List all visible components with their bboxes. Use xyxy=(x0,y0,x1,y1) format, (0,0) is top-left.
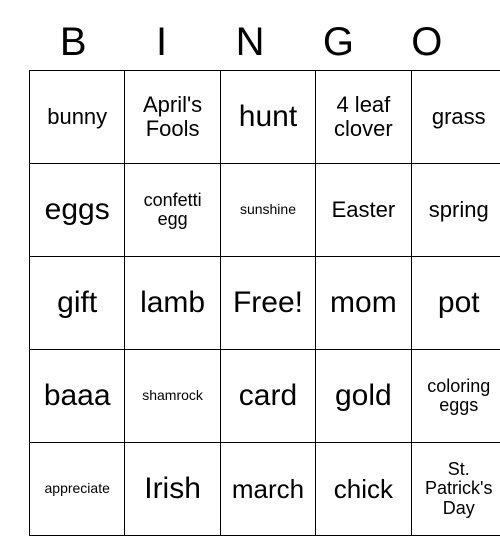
bingo-card: B I N G O bunny April's Fools hunt 4 lea… xyxy=(28,14,500,536)
bingo-cell[interactable]: mom xyxy=(315,256,412,350)
bingo-cell-label: mom xyxy=(330,285,397,319)
bingo-cell-label: coloring eggs xyxy=(427,375,491,415)
bingo-free-space-label: Free! xyxy=(232,285,303,319)
bingo-cell[interactable]: sunshine xyxy=(219,163,317,257)
bingo-cell[interactable]: grass xyxy=(410,70,500,164)
bingo-cell[interactable]: pot xyxy=(410,256,500,350)
bingo-cell[interactable]: spring xyxy=(410,163,500,257)
bingo-cell-label: appreciate xyxy=(44,480,110,497)
bingo-row: eggs confetti egg sunshine Easter spring xyxy=(28,163,500,257)
bingo-header-letter-n: N xyxy=(235,20,265,64)
bingo-cell-label: card xyxy=(238,378,298,412)
bingo-cell-label: shamrock xyxy=(142,387,203,404)
bingo-cell[interactable]: baaa xyxy=(28,349,126,443)
bingo-cell-label: pot xyxy=(437,285,480,319)
bingo-cell[interactable]: gold xyxy=(315,349,412,443)
bingo-header-letter-b: B xyxy=(59,20,87,64)
bingo-cell-label: lamb xyxy=(140,285,206,319)
bingo-cell-free-space[interactable]: Free! xyxy=(219,256,317,350)
bingo-cell-label: sunshine xyxy=(239,201,296,218)
bingo-cell-label: chick xyxy=(333,473,393,504)
bingo-cell[interactable]: Irish xyxy=(124,442,221,536)
bingo-cell-label: 4 leaf clover xyxy=(334,92,393,141)
bingo-cell[interactable]: confetti egg xyxy=(124,163,221,257)
bingo-cell[interactable]: march xyxy=(219,442,317,536)
bingo-cell[interactable]: coloring eggs xyxy=(410,349,500,443)
bingo-cell-label: confetti egg xyxy=(143,189,202,229)
bingo-cell[interactable]: April's Fools xyxy=(124,70,221,164)
bingo-cell-label: Irish xyxy=(144,471,201,505)
bingo-cell[interactable]: eggs xyxy=(28,163,126,257)
bingo-cell-label: Easter xyxy=(331,197,396,223)
bingo-cell-label: eggs xyxy=(44,192,110,226)
bingo-header-letter-g: G xyxy=(322,20,354,64)
bingo-cell[interactable]: Easter xyxy=(315,163,412,257)
bingo-cell[interactable]: St. Patrick's Day xyxy=(410,442,500,536)
bingo-cell-label: bunny xyxy=(47,104,108,130)
bingo-cell-label: April's Fools xyxy=(142,92,203,141)
bingo-cell-label: gift xyxy=(57,285,98,319)
bingo-cell-label: spring xyxy=(428,197,489,223)
bingo-cell-label: baaa xyxy=(43,378,111,412)
bingo-header-letter-i: I xyxy=(156,20,168,64)
bingo-row: baaa shamrock card gold coloring eggs xyxy=(28,349,500,443)
bingo-cell[interactable]: hunt xyxy=(219,70,317,164)
bingo-cell[interactable]: card xyxy=(219,349,317,443)
bingo-cell[interactable]: 4 leaf clover xyxy=(315,70,412,164)
bingo-cell-label: gold xyxy=(335,378,392,412)
bingo-cell[interactable]: gift xyxy=(28,256,126,350)
bingo-row: gift lamb Free! mom pot xyxy=(28,256,500,350)
bingo-cell[interactable]: appreciate xyxy=(28,442,126,536)
bingo-cell[interactable]: bunny xyxy=(28,70,126,164)
bingo-cell[interactable]: shamrock xyxy=(124,349,221,443)
bingo-cell-label: grass xyxy=(431,104,486,130)
bingo-cell-label: St. Patrick's Day xyxy=(425,458,493,518)
bingo-row: bunny April's Fools hunt 4 leaf clover g… xyxy=(28,70,500,164)
bingo-header-row: B I N G O xyxy=(29,14,471,70)
bingo-row: appreciate Irish march chick St. Patrick… xyxy=(28,442,500,536)
bingo-grid: bunny April's Fools hunt 4 leaf clover g… xyxy=(28,70,500,536)
bingo-cell[interactable]: chick xyxy=(315,442,412,536)
bingo-cell[interactable]: lamb xyxy=(124,256,221,350)
bingo-cell-label: hunt xyxy=(238,99,298,133)
bingo-cell-label: march xyxy=(231,473,305,504)
bingo-header-letter-o: O xyxy=(411,20,443,64)
